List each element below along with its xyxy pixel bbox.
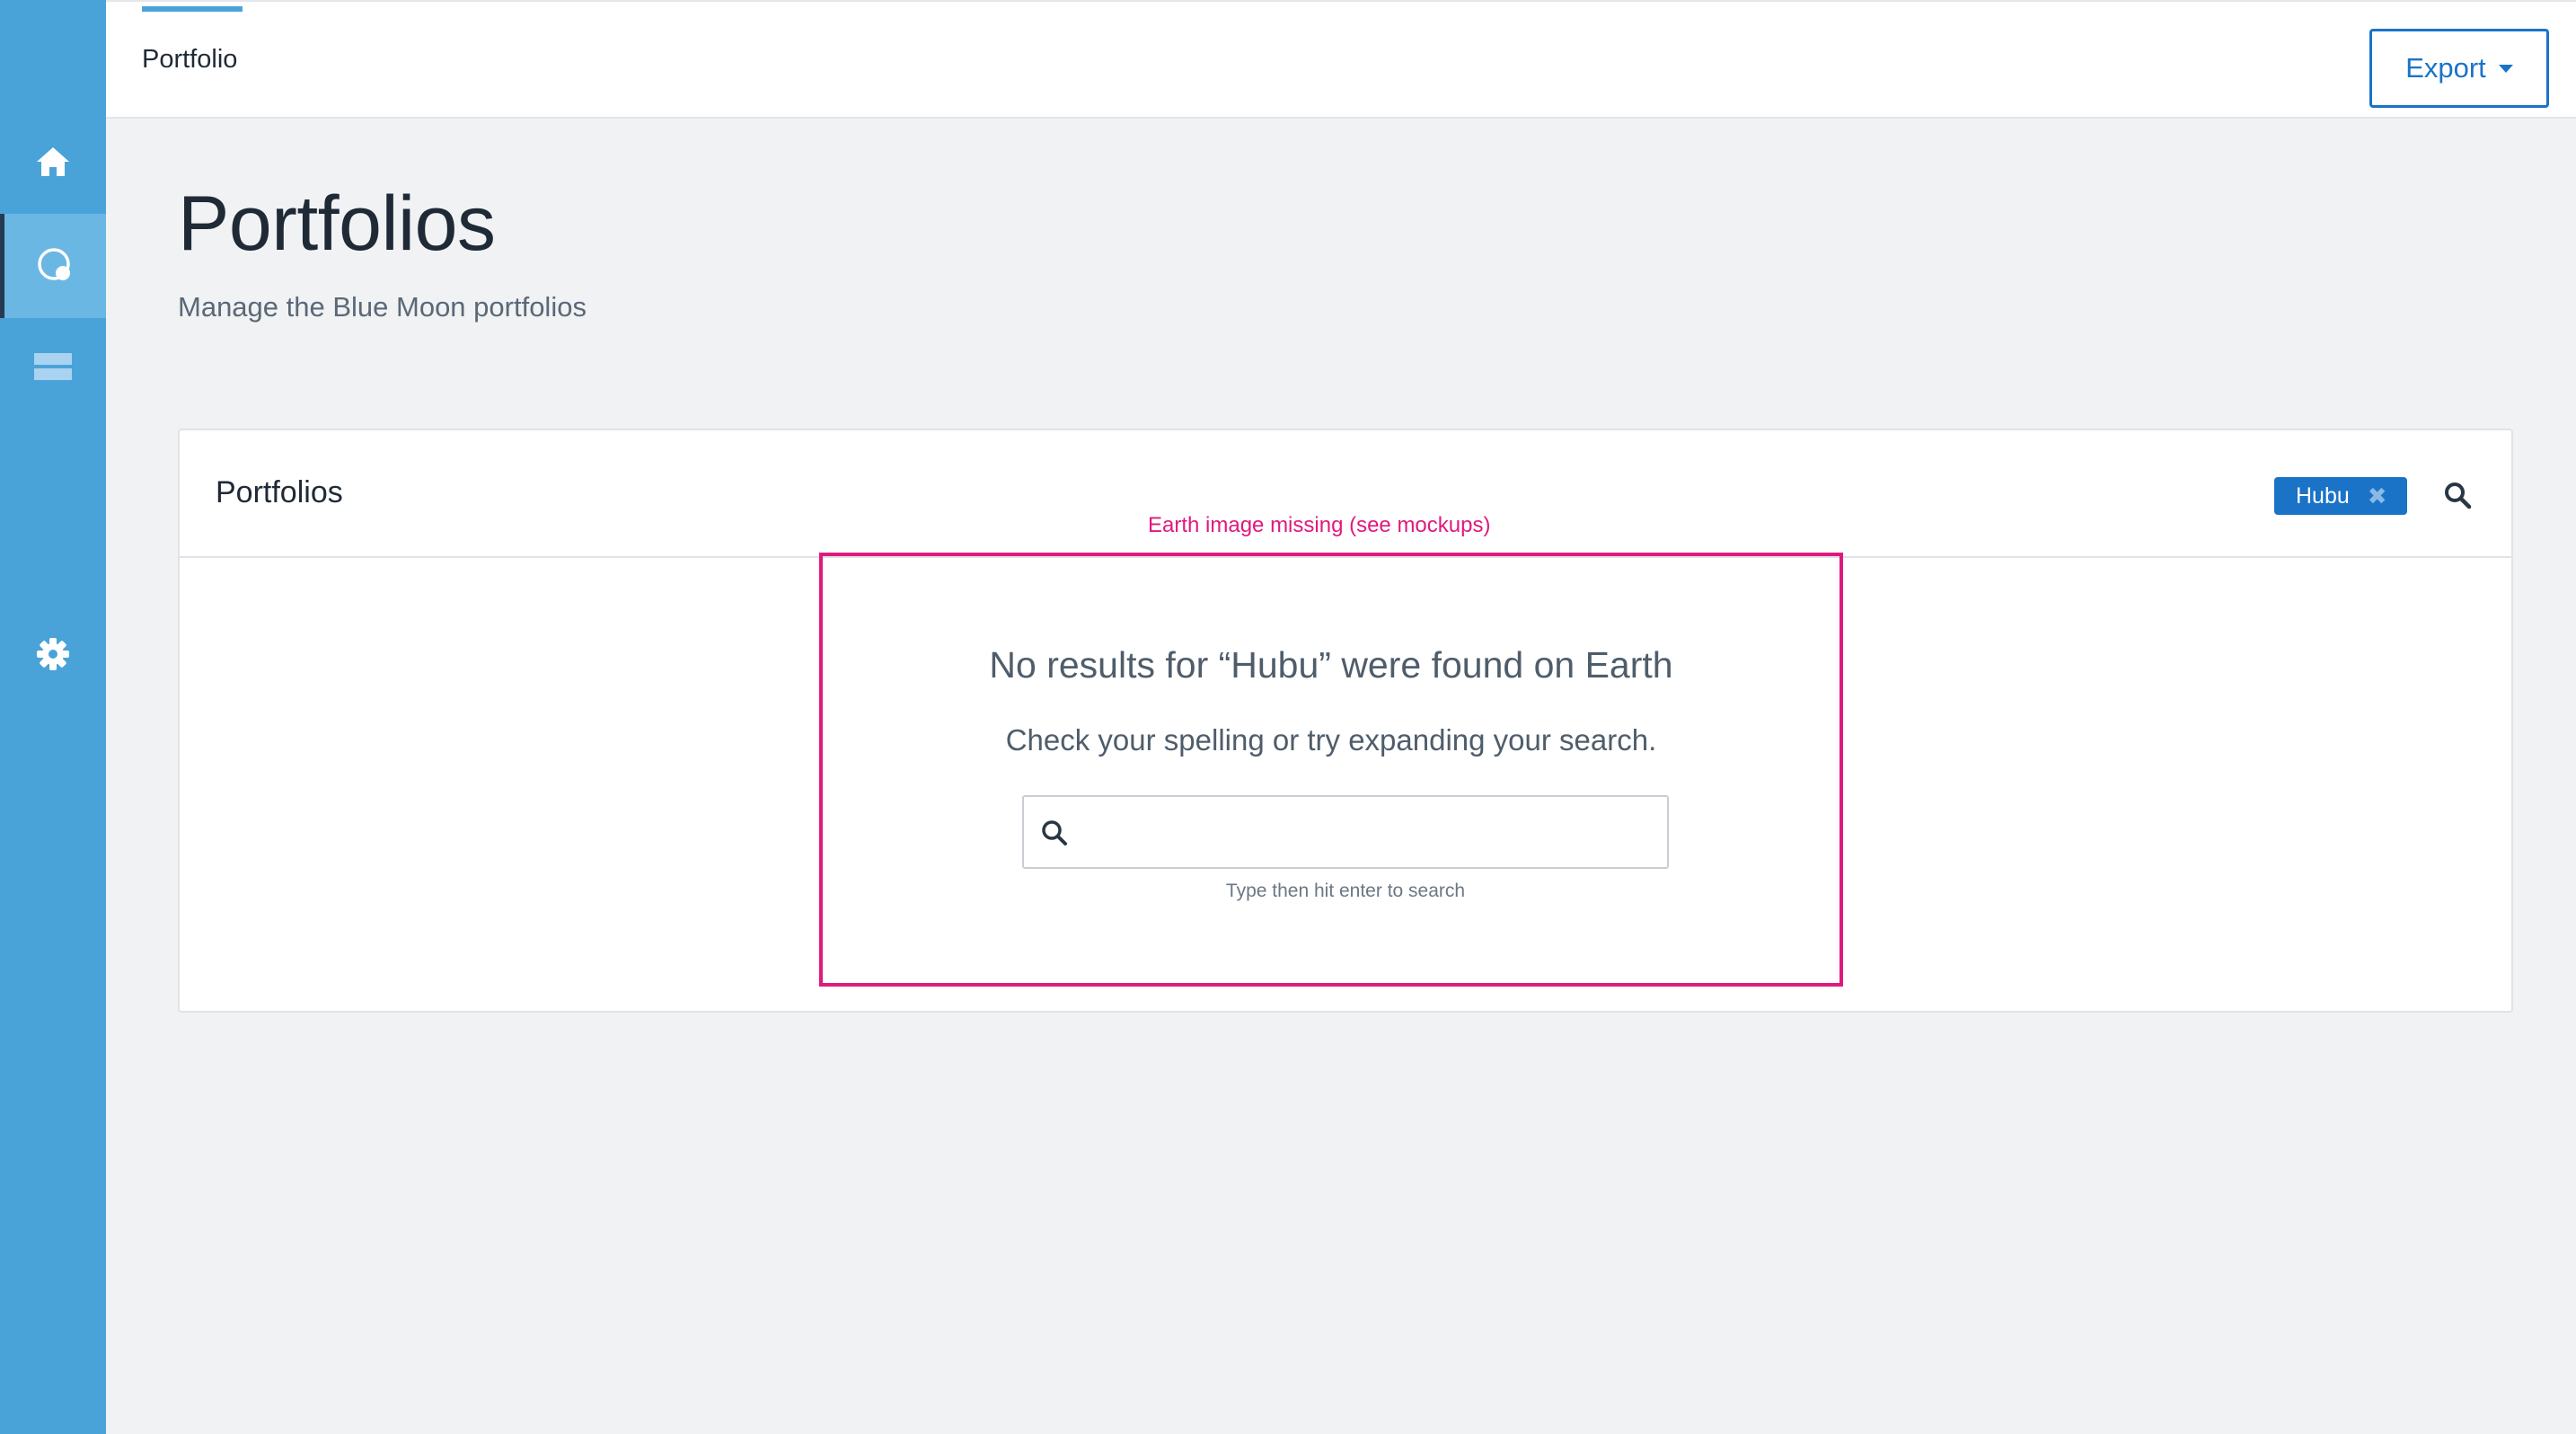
sidebar-item-home[interactable] [0,110,106,214]
export-button[interactable]: Export [2369,29,2549,108]
filter-chip-label: Hubu [2296,482,2350,509]
empty-state-message: Check your spelling or try expanding you… [1005,723,1657,757]
search-field[interactable] [1022,795,1669,869]
home-icon [37,147,69,176]
annotation-box [819,553,1843,987]
sidebar [0,0,106,1434]
top-bar: Portfolio Export [106,0,2576,119]
empty-state-title: No results for “Hubu” were found on Eart… [989,644,1673,686]
sidebar-item-list[interactable] [0,314,106,419]
export-label: Export [2405,52,2486,84]
tab-portfolio[interactable]: Portfolio [142,2,243,119]
search-icon [1042,820,1067,845]
search-icon [2445,482,2472,509]
gear-icon [37,638,69,670]
filter-chip[interactable]: Hubu ✖ [2274,477,2407,515]
close-icon[interactable]: ✖ [2368,482,2387,510]
tab-label: Portfolio [142,45,238,74]
search-hint: Type then hit enter to search [1225,881,1466,901]
search-input[interactable] [1083,801,1658,863]
page-subtitle: Manage the Blue Moon portfolios [178,291,587,323]
portfolio-icon [37,248,70,280]
list-icon [34,353,72,380]
sidebar-item-portfolios[interactable] [0,214,106,318]
search-button[interactable] [2439,477,2475,513]
caret-down-icon [2498,64,2513,73]
card-title: Portfolios [216,475,343,509]
page-title: Portfolios [178,181,496,267]
annotation-note: Earth image missing (see mockups) [1148,513,1491,537]
card-header: Portfolios Hubu ✖ [180,430,2511,558]
sidebar-item-settings[interactable] [0,602,106,706]
